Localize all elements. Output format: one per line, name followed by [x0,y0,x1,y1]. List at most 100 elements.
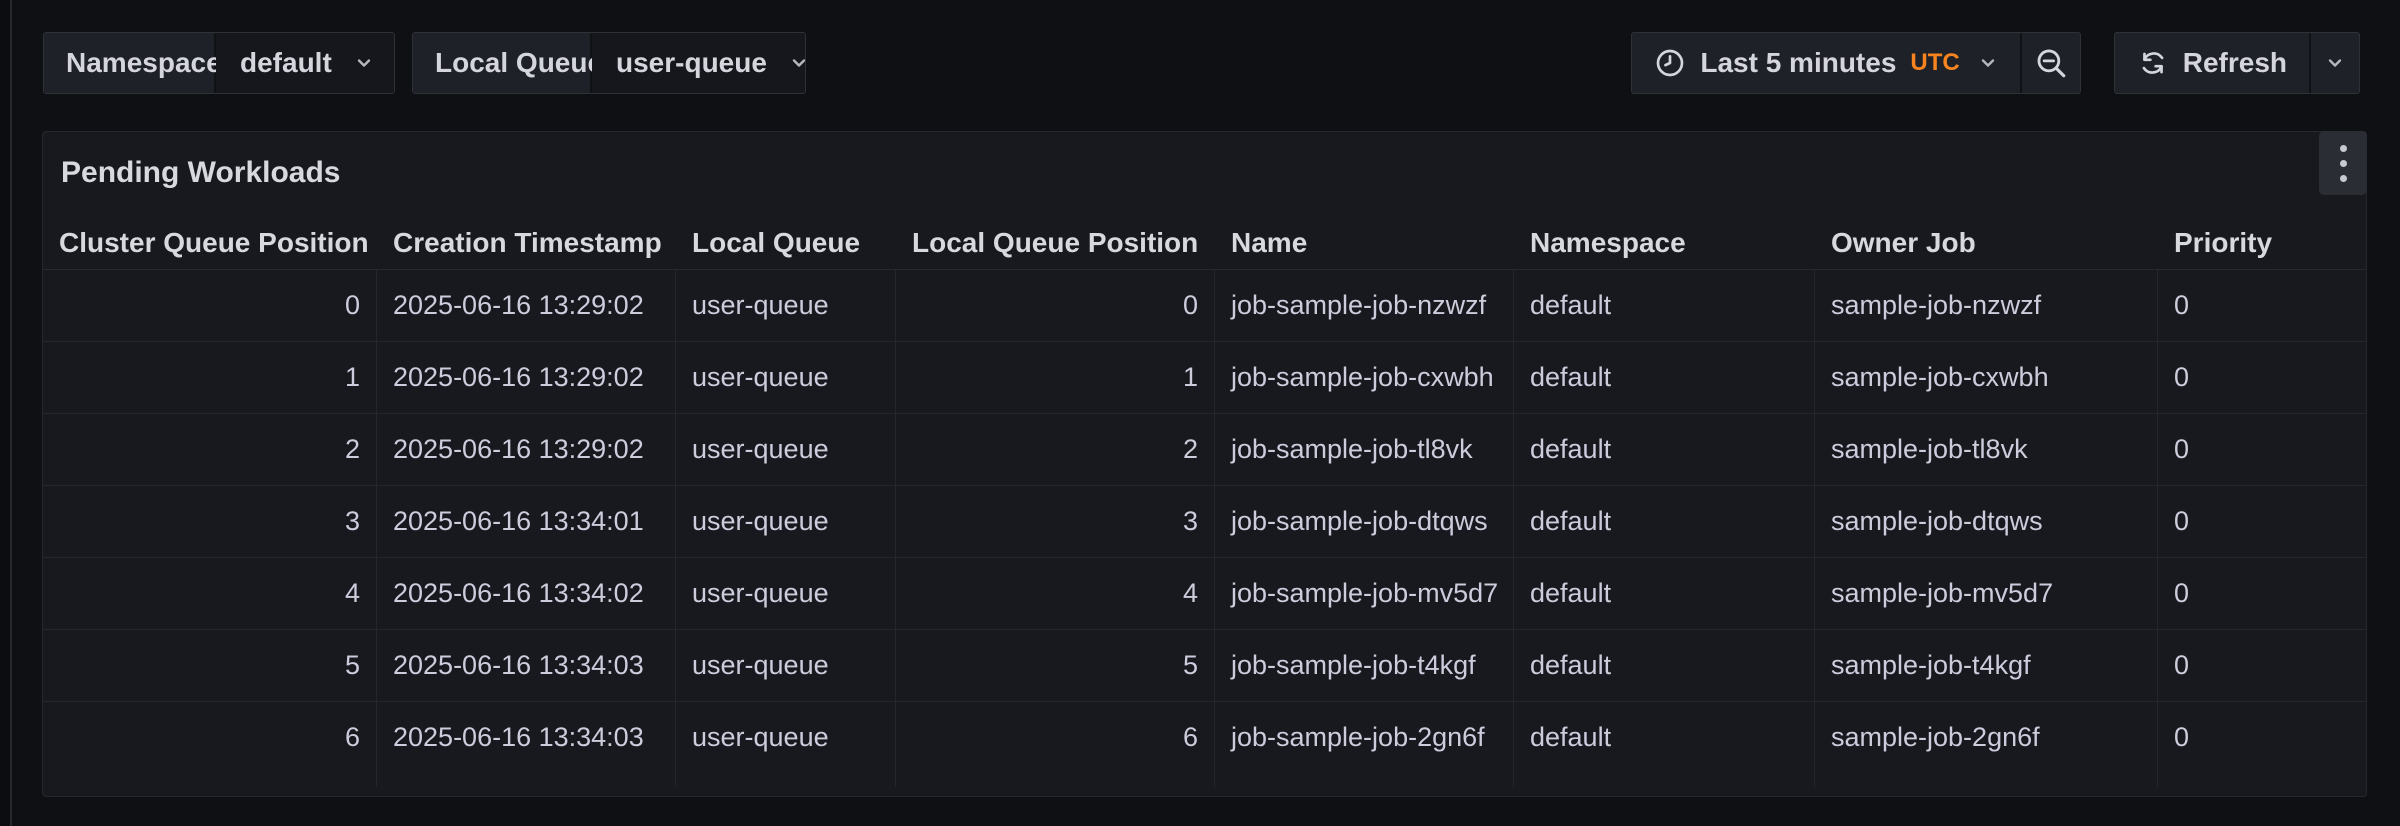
cell-cluster-queue-position: 5 [43,630,377,701]
refresh-interval-dropdown-button[interactable] [2311,33,2359,93]
table-row: 42025-06-16 13:34:02user-queue4job-sampl… [43,558,2366,630]
cell-owner-job: sample-job-tl8vk [1815,414,2158,485]
cell-owner-job: sample-job-t4kgf [1815,630,2158,701]
cell-local-queue: user-queue [676,558,896,629]
panel-title: Pending Workloads [61,156,340,190]
cell-owner-job: sample-job-cxwbh [1815,342,2158,413]
cell-priority: 0 [2158,414,2366,485]
cell-name: job-sample-job-t4kgf [1215,630,1514,701]
cell-local-queue-position: 0 [896,270,1215,341]
refresh-button-label: Refresh [2183,47,2287,79]
cell-cluster-queue-position: 6 [43,702,377,773]
cell-local-queue: user-queue [676,630,896,701]
cell-owner-job: sample-job-2gn6f [1815,702,2158,773]
cell-name: job-sample-job-mv5d7 [1215,558,1514,629]
cell-local-queue: user-queue [676,486,896,557]
table-row: 32025-06-16 13:34:01user-queue3job-sampl… [43,486,2366,558]
table-row: 62025-06-16 13:34:03user-queue6job-sampl… [43,702,2366,773]
cell-local-queue-position: 3 [896,486,1215,557]
refresh-icon [2137,47,2169,79]
table-row: 52025-06-16 13:34:03user-queue5job-sampl… [43,630,2366,702]
cell-priority: 0 [2158,630,2366,701]
cell-creation-timestamp: 2025-06-16 13:29:02 [377,270,676,341]
time-range-picker-button[interactable]: Last 5 minutes UTC [1632,33,2019,93]
table-row: 12025-06-16 13:29:02user-queue1job-sampl… [43,342,2366,414]
cell-name: job-sample-job-tl8vk [1215,414,1514,485]
local-queue-variable-label: Local Queue [413,33,592,93]
dashboard-toolbar: Namespace default Local Queue user-queue… [0,0,2400,110]
cell-namespace: default [1514,414,1815,485]
column-header-local-queue[interactable]: Local Queue [676,216,896,269]
cell-cluster-queue-position: 3 [43,486,377,557]
column-header-creation-timestamp[interactable]: Creation Timestamp [377,216,676,269]
cell-creation-timestamp: 2025-06-16 13:29:02 [377,414,676,485]
cell-cluster-queue-position: 2 [43,414,377,485]
cell-name: job-sample-job-2gn6f [1215,702,1514,773]
cell-namespace: default [1514,558,1815,629]
cell-local-queue: user-queue [676,342,896,413]
kebab-dot [2340,160,2347,167]
namespace-variable-label: Namespace [44,33,216,93]
filler-cell [676,773,896,787]
refresh-button[interactable]: Refresh [2115,33,2309,93]
toolbar-right-group: Last 5 minutes UTC [1631,32,2360,94]
cell-priority: 0 [2158,342,2366,413]
cell-cluster-queue-position: 1 [43,342,377,413]
cell-owner-job: sample-job-mv5d7 [1815,558,2158,629]
namespace-variable-control: Namespace default [43,32,395,94]
cell-creation-timestamp: 2025-06-16 13:34:01 [377,486,676,557]
pending-workloads-panel: Pending Workloads Cluster Queue Position… [42,131,2367,797]
cell-owner-job: sample-job-dtqws [1815,486,2158,557]
filler-cell [1215,773,1514,787]
cell-local-queue: user-queue [676,270,896,341]
filler-cell [43,773,377,787]
column-header-priority[interactable]: Priority [2158,216,2366,269]
cell-creation-timestamp: 2025-06-16 13:29:02 [377,342,676,413]
cell-creation-timestamp: 2025-06-16 13:34:02 [377,558,676,629]
table-row: 22025-06-16 13:29:02user-queue2job-sampl… [43,414,2366,486]
local-queue-variable-value: user-queue [616,47,767,79]
timezone-badge: UTC [1910,49,1959,77]
column-header-local-queue-position[interactable]: Local Queue Position [896,216,1215,269]
cell-local-queue-position: 6 [896,702,1215,773]
cell-local-queue-position: 1 [896,342,1215,413]
column-header-cluster-queue-position[interactable]: Cluster Queue Position [43,216,377,269]
panel-header: Pending Workloads [43,132,2366,216]
filler-cell [1514,773,1815,787]
cell-namespace: default [1514,702,1815,773]
cell-local-queue-position: 5 [896,630,1215,701]
kebab-dot [2340,145,2347,152]
cell-namespace: default [1514,270,1815,341]
cell-local-queue: user-queue [676,414,896,485]
column-header-namespace[interactable]: Namespace [1514,216,1815,269]
cell-name: job-sample-job-nzwzf [1215,270,1514,341]
chevron-down-icon [2325,53,2345,73]
cell-priority: 0 [2158,558,2366,629]
filler-cell [2158,773,2366,787]
cell-creation-timestamp: 2025-06-16 13:34:03 [377,630,676,701]
clock-icon [1654,47,1686,79]
cell-priority: 0 [2158,270,2366,341]
namespace-variable-dropdown[interactable]: default [216,33,394,93]
filler-cell [377,773,676,787]
cell-creation-timestamp: 2025-06-16 13:34:03 [377,702,676,773]
workloads-table: Cluster Queue PositionCreation Timestamp… [43,216,2366,787]
magnifier-minus-icon [2034,46,2068,80]
column-header-name[interactable]: Name [1215,216,1514,269]
cell-local-queue: user-queue [676,702,896,773]
column-header-owner-job[interactable]: Owner Job [1815,216,2158,269]
cell-local-queue-position: 2 [896,414,1215,485]
table-header-row: Cluster Queue PositionCreation Timestamp… [43,216,2366,270]
cell-priority: 0 [2158,702,2366,773]
cell-cluster-queue-position: 0 [43,270,377,341]
filler-cell [896,773,1215,787]
local-queue-variable-dropdown[interactable]: user-queue [592,33,806,93]
chevron-down-icon [1978,53,1998,73]
zoom-out-time-range-button[interactable] [2022,33,2080,93]
chevron-down-icon [354,53,374,73]
cell-cluster-queue-position: 4 [43,558,377,629]
kebab-dot [2340,175,2347,182]
panel-menu-button[interactable] [2319,131,2367,195]
cell-namespace: default [1514,342,1815,413]
local-queue-variable-control: Local Queue user-queue [412,32,806,94]
